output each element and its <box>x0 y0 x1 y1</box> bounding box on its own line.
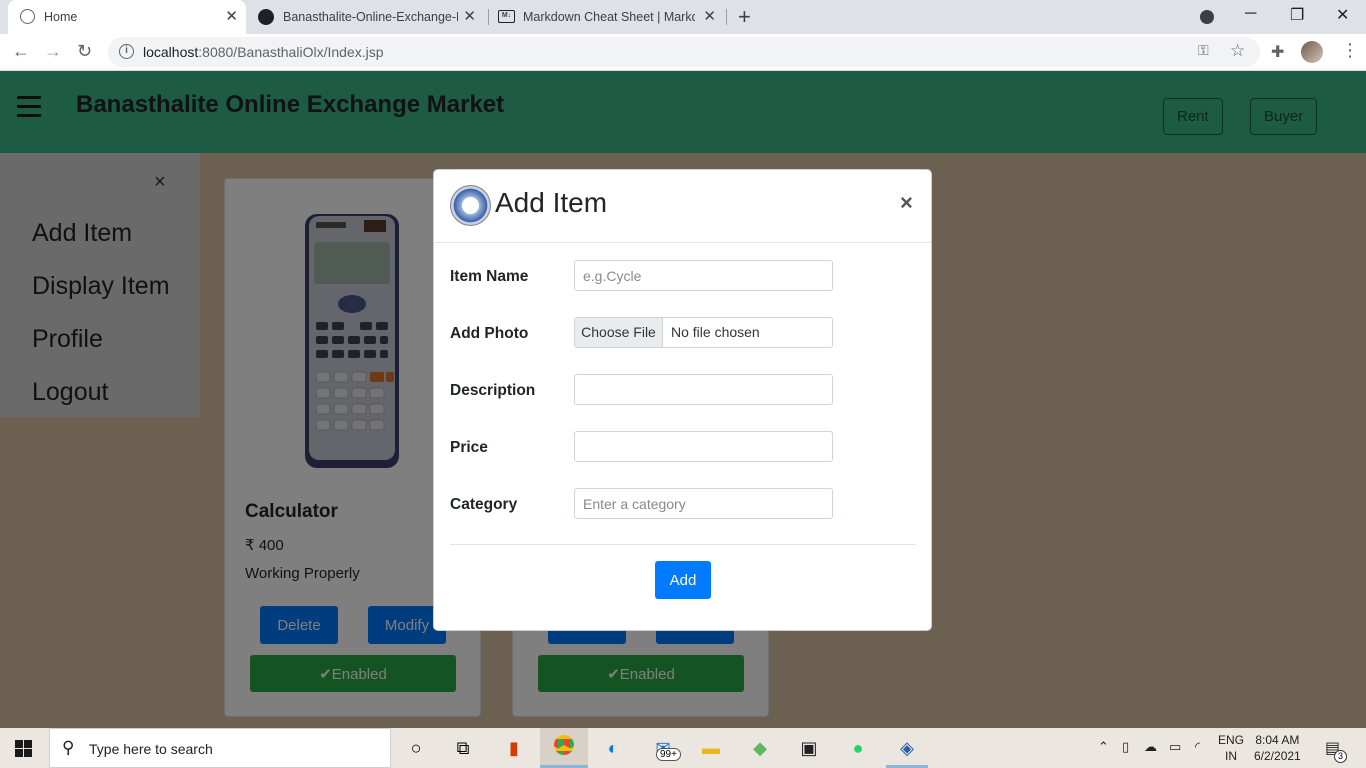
menu-icon[interactable]: ⋮ <box>1341 40 1359 61</box>
onedrive-icon[interactable]: ☁ <box>1144 739 1157 755</box>
close-tab-icon[interactable]: ✕ <box>703 9 716 25</box>
avatar[interactable] <box>1301 41 1323 63</box>
add-button[interactable]: Add <box>655 561 711 599</box>
photo-file-input[interactable]: Choose File No file chosen <box>574 317 833 348</box>
mail-badge: 99+ <box>656 748 681 761</box>
browser-tab-bar: Home ✕ Banasthalite-Online-Exchange-M ✕ … <box>0 0 1366 34</box>
search-placeholder: Type here to search <box>89 741 213 757</box>
price-label: Price <box>450 439 488 456</box>
file-explorer-icon[interactable]: ▬ <box>698 735 724 761</box>
tab-title: Home <box>44 10 78 24</box>
github-icon <box>258 9 274 25</box>
tab-home[interactable]: Home ✕ <box>8 0 246 34</box>
tab-title: Markdown Cheat Sheet | Markdo <box>523 10 695 24</box>
battery-icon[interactable]: ▭ <box>1169 739 1181 755</box>
address-bar[interactable]: i localhost:8080/BanasthaliOlx/Index.jsp… <box>108 37 1260 67</box>
chrome-icon[interactable] <box>551 735 577 761</box>
back-icon[interactable]: ← <box>12 41 30 62</box>
virtualbox-icon[interactable]: ◈ <box>894 735 920 761</box>
url-text: localhost:8080/BanasthaliOlx/Index.jsp <box>143 44 384 60</box>
item-name-input[interactable] <box>574 260 833 291</box>
task-view-icon[interactable]: ⧉ <box>450 735 476 761</box>
key-icon[interactable]: ⚿ <box>1198 42 1209 59</box>
item-name-label: Item Name <box>450 268 529 285</box>
price-input[interactable] <box>574 431 833 462</box>
modal-title: Add Item <box>495 187 608 218</box>
description-input[interactable] <box>574 374 833 405</box>
edge-icon[interactable]: ◐ <box>600 735 626 761</box>
add-item-modal: Add Item × Item Name Add Photo Choose Fi… <box>433 169 932 631</box>
store-icon[interactable]: ▣ <box>796 735 822 761</box>
close-tab-icon[interactable]: ✕ <box>225 9 238 25</box>
star-icon[interactable]: ☆ <box>1230 41 1245 61</box>
tray-chevron-icon[interactable]: ⌃ <box>1098 739 1109 755</box>
device-icon[interactable]: ▯ <box>1122 739 1129 755</box>
university-logo <box>450 185 491 226</box>
taskbar-search[interactable]: ⚲ Type here to search <box>49 728 391 768</box>
tab-github[interactable]: Banasthalite-Online-Exchange-M ✕ <box>250 0 484 34</box>
description-label: Description <box>450 382 536 399</box>
window-close-icon[interactable]: ✕ <box>1336 5 1349 25</box>
tab-markdown[interactable]: M↓ Markdown Cheat Sheet | Markdo ✕ <box>490 0 724 34</box>
info-icon[interactable]: i <box>119 44 134 59</box>
whatsapp-icon[interactable]: ● <box>845 735 871 761</box>
tab-search-icon[interactable] <box>1200 10 1214 24</box>
close-tab-icon[interactable]: ✕ <box>463 9 476 25</box>
tab-separator <box>726 9 727 25</box>
modal-header: Add Item × <box>434 170 931 243</box>
notification-count: 3 <box>1334 750 1347 763</box>
globe-icon <box>20 9 35 24</box>
choose-file-button[interactable]: Choose File <box>575 318 663 347</box>
language-indicator[interactable]: ENG IN <box>1218 732 1244 764</box>
forward-icon[interactable]: → <box>44 41 62 62</box>
modal-divider <box>450 544 916 545</box>
office-icon[interactable]: ▮ <box>501 735 527 761</box>
reload-icon[interactable]: ↻ <box>77 41 92 62</box>
category-label: Category <box>450 496 518 513</box>
extensions-icon[interactable]: ✚ <box>1271 42 1284 62</box>
taskbar: ⚲ Type here to search ○ ⧉ ▮ ◐ ✉ 99+ ▬ ◆ … <box>0 728 1366 768</box>
tab-separator <box>488 9 489 25</box>
search-icon: ⚲ <box>62 738 75 757</box>
markdown-icon: M↓ <box>498 10 515 23</box>
wifi-icon[interactable]: ◜ <box>1195 739 1200 755</box>
add-photo-label: Add Photo <box>450 325 529 342</box>
cortana-icon[interactable]: ○ <box>403 735 429 761</box>
new-tab-icon[interactable]: + <box>738 6 751 28</box>
browser-toolbar: ← → ↻ i localhost:8080/BanasthaliOlx/Ind… <box>0 34 1366 71</box>
restore-icon[interactable]: ❐ <box>1290 5 1304 25</box>
clock[interactable]: 8:04 AM 6/2/2021 <box>1254 732 1301 764</box>
minimize-icon[interactable]: ─ <box>1245 5 1256 23</box>
paint-icon[interactable]: ◆ <box>747 735 773 761</box>
page: Banasthalite Online Exchange Market Rent… <box>0 71 1366 728</box>
tab-title: Banasthalite-Online-Exchange-M <box>283 10 458 24</box>
windows-start-icon[interactable] <box>15 740 33 758</box>
no-file-text: No file chosen <box>671 324 760 340</box>
modal-close-icon[interactable]: × <box>900 190 913 216</box>
category-input[interactable] <box>574 488 833 519</box>
